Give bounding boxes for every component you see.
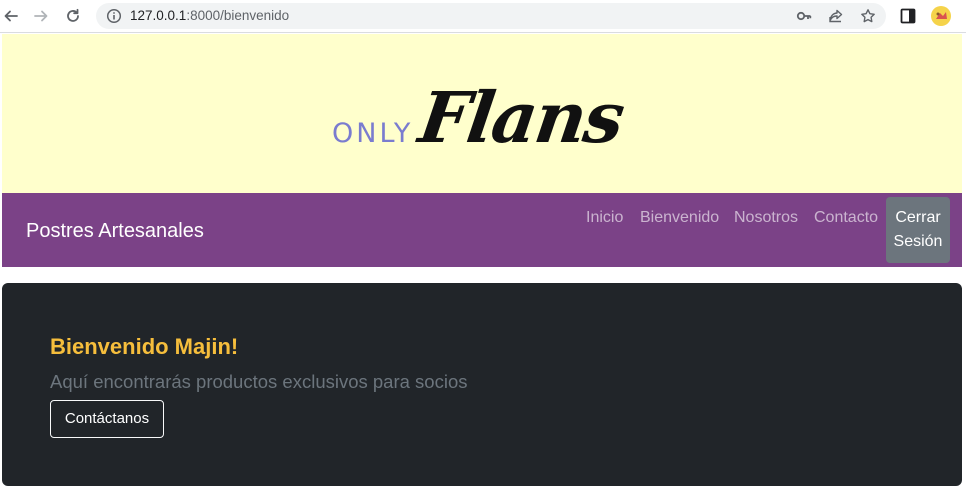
main-navbar: Postres Artesanales Inicio Bienvenido No…: [2, 193, 962, 267]
nav-link-bienvenido[interactable]: Bienvenido: [640, 209, 719, 227]
nav-link-inicio[interactable]: Inicio: [586, 209, 623, 227]
nav-link-contacto[interactable]: Contacto: [814, 209, 878, 227]
browser-toolbar: 127.0.0.1:8000/bienvenido: [0, 0, 966, 33]
url-path: :8000/bienvenido: [186, 8, 290, 23]
forward-arrow-icon[interactable]: [30, 5, 52, 27]
reload-icon[interactable]: [62, 5, 84, 27]
url-text[interactable]: 127.0.0.1:8000/bienvenido: [130, 8, 289, 24]
site-logo[interactable]: ONLY Flans: [328, 74, 638, 164]
address-bar[interactable]: 127.0.0.1:8000/bienvenido: [96, 3, 886, 29]
logo-banner: ONLY Flans: [2, 34, 962, 193]
welcome-hero: Bienvenido Majin! Aquí encontrarás produ…: [2, 283, 962, 486]
logo-only-text: ONLY: [332, 118, 414, 149]
welcome-subtitle: Aquí encontrarás productos exclusivos pa…: [50, 371, 468, 392]
side-panel-icon[interactable]: [899, 7, 917, 25]
logout-label-line1: Cerrar: [895, 209, 941, 226]
welcome-title: Bienvenido Majin!: [50, 334, 239, 359]
share-icon[interactable]: [828, 8, 844, 24]
logo-flans-text: Flans: [414, 76, 628, 159]
profile-avatar-icon[interactable]: [930, 5, 952, 27]
logout-label-line2: Sesión: [893, 233, 943, 250]
key-icon[interactable]: [796, 8, 812, 24]
logout-button[interactable]: Cerrar Sesión: [886, 197, 950, 263]
url-host: 127.0.0.1: [130, 8, 187, 23]
info-icon[interactable]: [106, 8, 122, 24]
back-arrow-icon[interactable]: [0, 5, 22, 27]
navbar-brand[interactable]: Postres Artesanales: [26, 220, 204, 242]
contact-button[interactable]: Contáctanos: [50, 400, 164, 438]
star-icon[interactable]: [860, 8, 876, 24]
nav-link-nosotros[interactable]: Nosotros: [734, 209, 798, 227]
